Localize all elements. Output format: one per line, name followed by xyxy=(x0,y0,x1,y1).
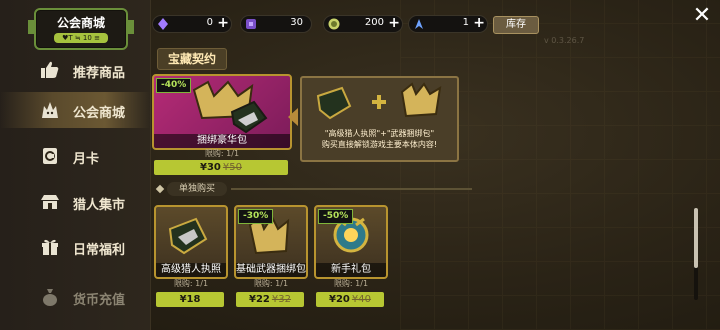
bundle-description: "高级猎人执照"+"武器捆绑包" 购买直接解锁游戏主要本体内容! xyxy=(302,128,457,150)
sidebar-item-label: 猎人集市 xyxy=(73,198,126,213)
add-gem-button[interactable]: + xyxy=(217,15,229,31)
item-card-starter-pack[interactable]: -50% 新手礼包 xyxy=(314,205,388,279)
blue-shard-icon xyxy=(415,19,423,29)
price-button[interactable]: ¥30 ¥50 xyxy=(154,160,288,175)
price-original: ¥40 xyxy=(351,294,371,305)
guild-shop-header: 公会商城 ♥T ≒ 10 ≡ xyxy=(28,8,134,50)
section-title-treasure: 宝藏契约 xyxy=(157,48,227,70)
badge-wing-left xyxy=(28,20,34,34)
price-original: ¥50 xyxy=(222,162,242,173)
price-current: ¥20 xyxy=(329,294,350,305)
guild-shop-title: 公会商城 xyxy=(56,16,105,30)
price-button[interactable]: ¥20 ¥40 xyxy=(316,292,384,307)
sidebar-item-recommended[interactable]: 推荐商品 xyxy=(0,52,150,88)
purchase-limit: 限购: 1/1 xyxy=(173,279,209,288)
sidebar-item-currency-topup[interactable]: 货币充值 xyxy=(0,279,150,315)
discount-badge: -30% xyxy=(238,209,274,224)
item-name: 高级猎人执照 xyxy=(156,263,226,277)
thumbs-up-icon xyxy=(41,61,59,78)
gift-icon xyxy=(42,239,58,255)
resource-coin: 200 + xyxy=(323,15,403,33)
resource-crystal: 30 xyxy=(240,15,312,33)
guild-level-badge: ♥T ≒ 10 ≡ xyxy=(54,33,108,43)
sidebar-item-label: 公会商城 xyxy=(73,106,126,121)
license-art xyxy=(168,217,208,255)
deluxe-bundle-card[interactable]: -40% 捆绑豪华包 xyxy=(152,74,292,150)
sidebar-item-guild-shop[interactable]: 公会商城 xyxy=(0,92,150,128)
resource-value: 30 xyxy=(290,17,303,28)
scrollbar[interactable] xyxy=(694,208,698,300)
background-pattern xyxy=(400,0,720,330)
price-current: ¥22 xyxy=(249,294,270,305)
resource-value: 200 xyxy=(364,17,384,28)
purchase-limit: 限购: 1/1 xyxy=(333,279,369,288)
card-icon xyxy=(43,148,57,164)
storage-button[interactable]: 库存 xyxy=(493,16,539,34)
resource-gem: 0 + xyxy=(152,15,232,33)
section-divider-single: 单独购买 xyxy=(155,182,472,196)
scrollbar-thumb[interactable] xyxy=(694,208,698,268)
diamond-icon xyxy=(155,184,165,194)
price-original: ¥32 xyxy=(271,294,291,305)
purple-crystal-icon xyxy=(246,19,256,29)
sidebar-item-label: 月卡 xyxy=(73,152,100,167)
sidebar: 公会商城 ♥T ≒ 10 ≡ 推荐商品 公会商城 月卡 猎人集市 日常福利 货币… xyxy=(0,0,151,330)
bundle-name: 捆绑豪华包 xyxy=(154,134,290,148)
item-name: 基础武器捆绑包 xyxy=(236,263,306,277)
resource-shard: 1 + xyxy=(408,15,488,33)
sidebar-item-label: 推荐商品 xyxy=(73,66,126,81)
discount-badge: -40% xyxy=(156,78,192,93)
price-button[interactable]: ¥22 ¥32 xyxy=(236,292,304,307)
resource-value: 1 xyxy=(462,17,469,28)
add-shard-button[interactable]: + xyxy=(473,15,485,31)
price-button[interactable]: ¥18 xyxy=(156,292,224,307)
bundle-description-line: "高级猎人执照"+"武器捆绑包" xyxy=(324,129,435,138)
purchase-limit: 限购: 1/1 xyxy=(204,149,240,158)
guild-wolf-icon xyxy=(42,102,58,118)
discount-badge: -50% xyxy=(318,209,354,224)
resource-value: 0 xyxy=(206,17,213,28)
item-card-weapon-bundle[interactable]: -30% 基础武器捆绑包 xyxy=(234,205,308,279)
arrow-left-icon xyxy=(288,108,298,126)
sidebar-item-label: 日常福利 xyxy=(73,243,126,258)
sidebar-item-daily-welfare[interactable]: 日常福利 xyxy=(0,229,150,265)
divider-line xyxy=(231,188,472,190)
section-title-single: 单独购买 xyxy=(167,182,227,196)
bundle-description-line: 购买直接解锁游戏主要本体内容! xyxy=(321,140,438,149)
market-stall-icon xyxy=(41,195,59,209)
sidebar-item-monthly-card[interactable]: 月卡 xyxy=(0,138,150,174)
sidebar-item-label: 货币充值 xyxy=(73,293,126,308)
coin-icon xyxy=(328,18,340,30)
item-name: 新手礼包 xyxy=(316,263,386,277)
purchase-limit: 限购: 1/1 xyxy=(253,279,289,288)
bundle-contents-panel: "高级猎人执照"+"武器捆绑包" 购买直接解锁游戏主要本体内容! xyxy=(300,76,459,162)
price-current: ¥18 xyxy=(179,294,201,305)
badge-wing-right xyxy=(128,20,134,34)
sidebar-item-hunter-market[interactable]: 猎人集市 xyxy=(0,184,150,220)
version-text: v 0.3.26.7 xyxy=(544,36,585,45)
close-icon[interactable]: ✕ xyxy=(690,4,714,28)
bundle-contents-art xyxy=(316,82,442,120)
add-coin-button[interactable]: + xyxy=(388,15,400,31)
money-bag-icon xyxy=(43,289,57,306)
price-current: ¥30 xyxy=(200,162,221,173)
purple-gem-icon xyxy=(158,18,168,30)
item-card-hunter-license[interactable]: 高级猎人执照 xyxy=(154,205,228,279)
